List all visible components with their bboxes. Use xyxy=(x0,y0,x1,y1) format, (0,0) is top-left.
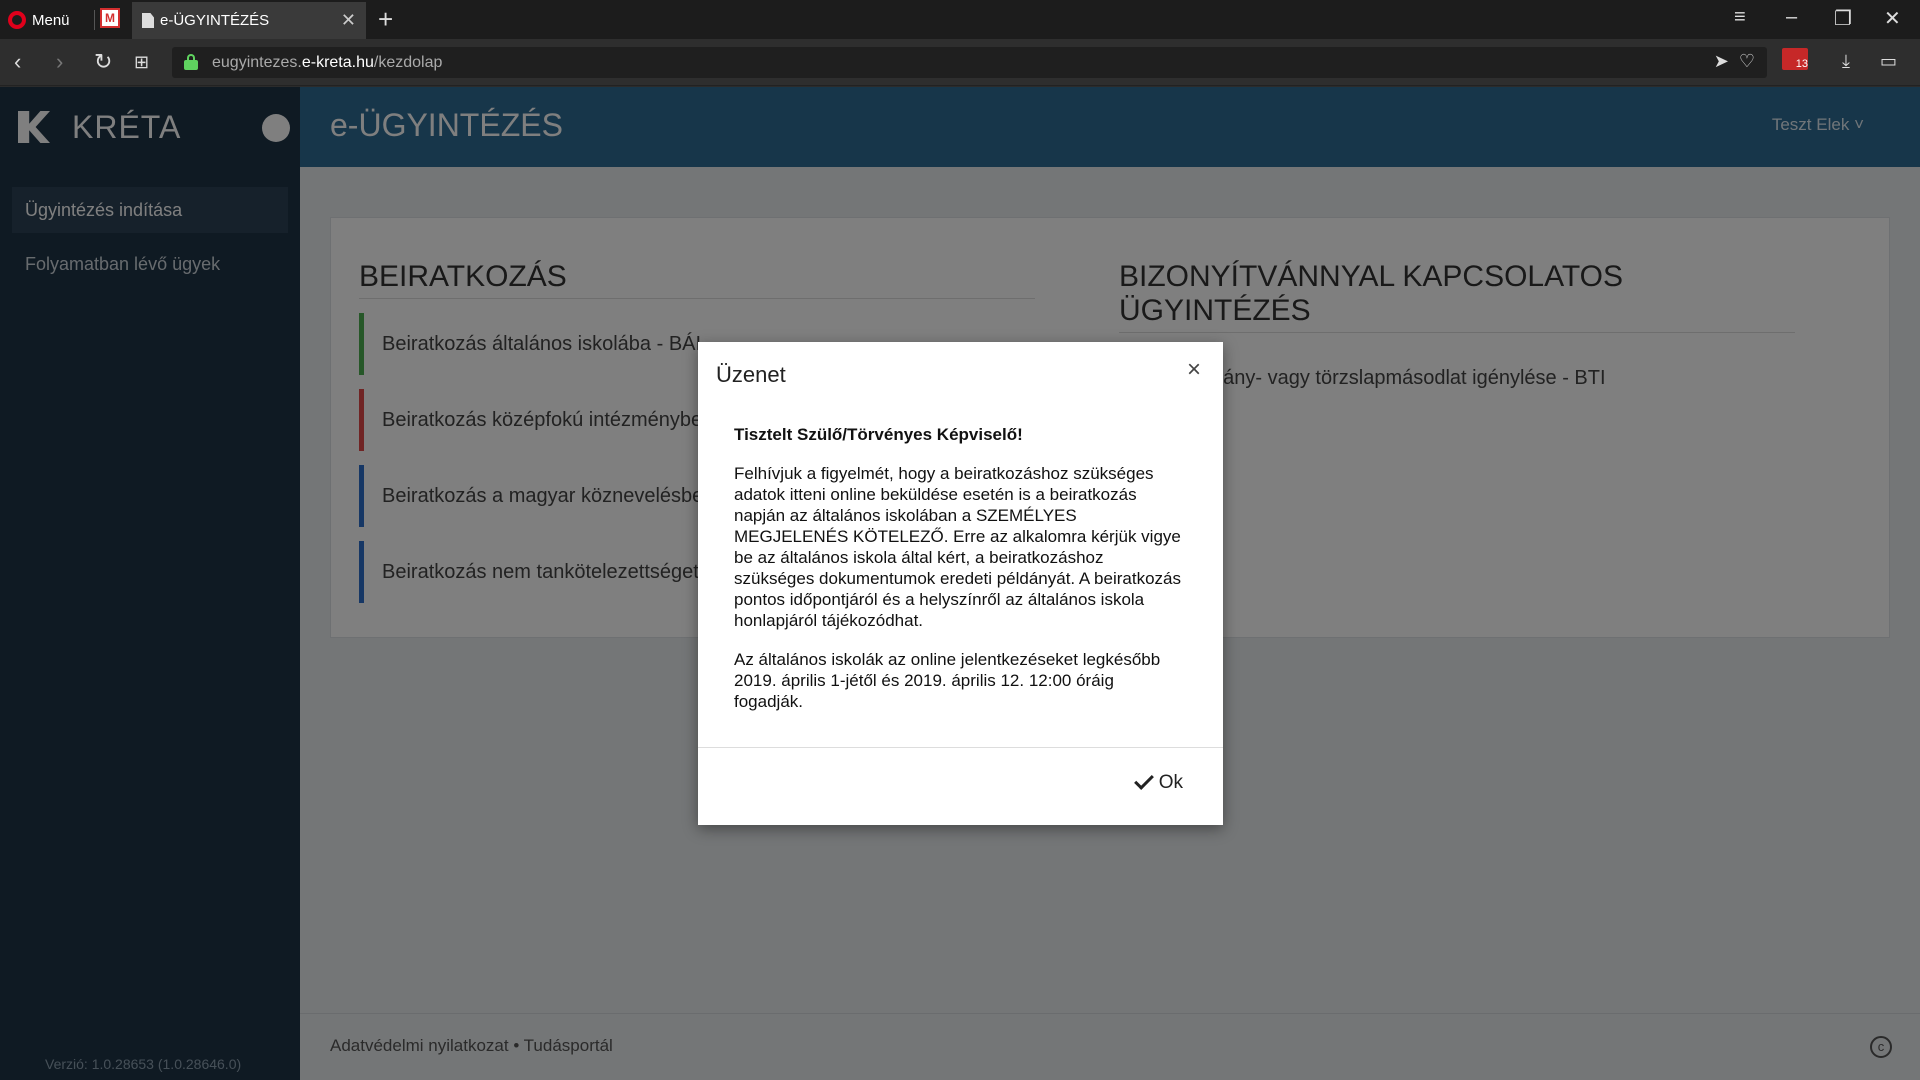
message-dialog: Üzenet × Tisztelt Szülő/Törvényes Képvis… xyxy=(698,342,1223,825)
tab-close-icon[interactable]: ✕ xyxy=(341,10,356,31)
dialog-title: Üzenet xyxy=(716,362,786,387)
browser-tab[interactable]: e-ÜGYINTÉZÉS ✕ xyxy=(132,2,366,39)
back-icon[interactable]: ‹ xyxy=(14,49,21,75)
extension-badge[interactable]: 13 xyxy=(1782,48,1808,70)
dialog-greeting: Tisztelt Szülő/Törvényes Képviselő! xyxy=(734,425,1023,444)
tab-title: e-ÜGYINTÉZÉS xyxy=(160,12,270,29)
lock-icon xyxy=(184,54,198,70)
close-icon[interactable]: × xyxy=(1187,356,1201,384)
opera-menu-label: Menü xyxy=(32,11,70,29)
restore-icon[interactable]: ❐ xyxy=(1834,6,1852,31)
check-icon xyxy=(1133,770,1154,790)
dialog-paragraph: Az általános iskolák az online jelentkez… xyxy=(734,650,1161,711)
speed-dial-icon[interactable]: ⊞ xyxy=(134,52,149,73)
close-window-icon[interactable]: ✕ xyxy=(1884,6,1901,31)
dialog-body: Tisztelt Szülő/Törvényes Képviselő! Felh… xyxy=(734,424,1182,730)
minimize-icon[interactable]: – xyxy=(1786,6,1797,29)
url-field[interactable]: eugyintezes. e-kreta.hu/kezdolap ➤ ♡ xyxy=(172,47,1767,78)
send-icon[interactable]: ➤ xyxy=(1714,51,1729,72)
url-host: e-kreta.hu xyxy=(301,53,374,71)
address-bar: ‹ › ↻ ⊞ eugyintezes. e-kreta.hu/kezdolap … xyxy=(0,39,1920,86)
tab-separator xyxy=(94,10,95,30)
forward-icon[interactable]: › xyxy=(56,49,63,75)
opera-menu-button[interactable]: Menü xyxy=(8,8,70,32)
dialog-divider xyxy=(698,747,1223,748)
url-path: /kezdolap xyxy=(373,53,443,71)
ok-label: Ok xyxy=(1158,772,1183,793)
dialog-paragraph: Felhívjuk a figyelmét, hogy a beiratkozá… xyxy=(734,464,1181,630)
document-icon xyxy=(142,13,154,28)
new-tab-button[interactable]: + xyxy=(378,4,393,35)
reload-icon[interactable]: ↻ xyxy=(94,49,112,75)
tab-menu-icon[interactable]: ≡ xyxy=(1734,6,1746,29)
ok-button[interactable]: Ok xyxy=(1133,770,1183,794)
opera-logo-icon xyxy=(8,11,26,29)
battery-icon[interactable]: ▭ xyxy=(1880,51,1897,72)
browser-tab-bar: Menü M e-ÜGYINTÉZÉS ✕ + ≡ – ❐ ✕ xyxy=(0,0,1920,39)
gmail-icon[interactable]: M xyxy=(100,8,120,28)
url-prefix: eugyintezes. xyxy=(212,53,302,71)
download-icon[interactable]: ⤓ xyxy=(1842,51,1850,72)
heart-icon[interactable]: ♡ xyxy=(1739,51,1755,72)
